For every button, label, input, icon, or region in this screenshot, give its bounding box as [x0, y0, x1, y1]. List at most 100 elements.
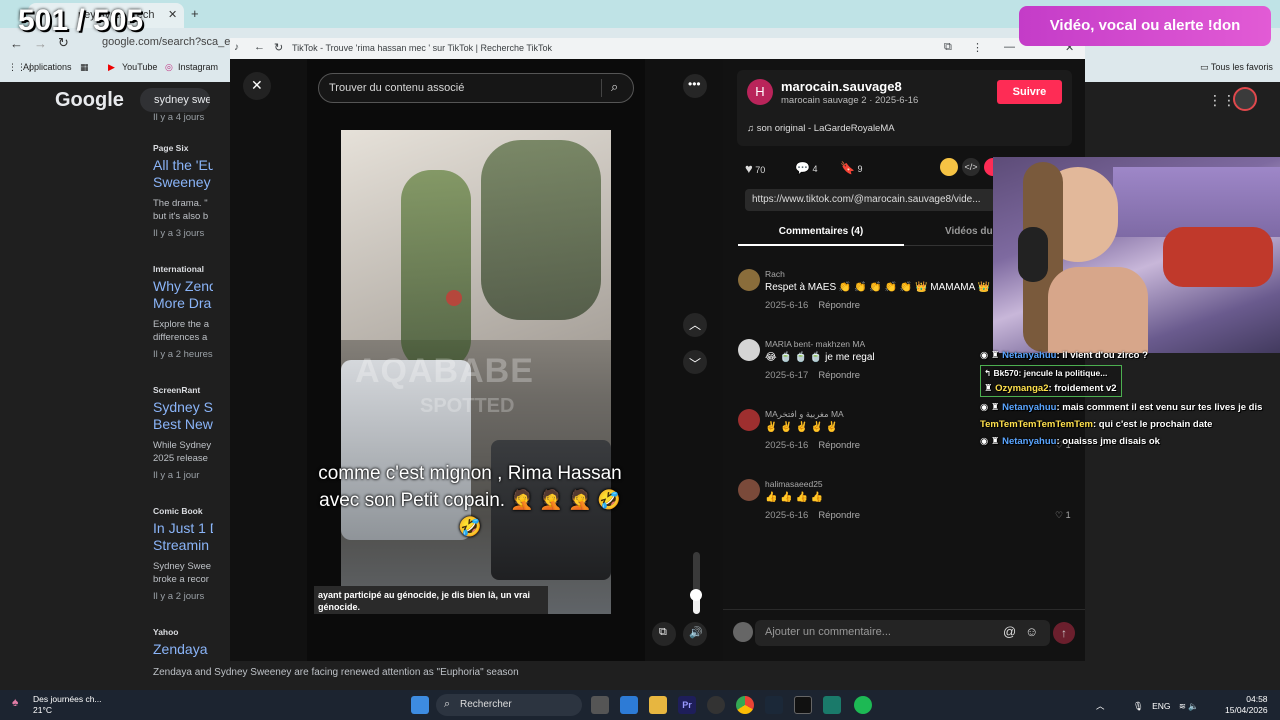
- save-stat[interactable]: 🔖 9: [840, 161, 862, 175]
- video-subtitle: ayant participé au génocide, je dis bien…: [314, 586, 548, 614]
- file-explorer-icon[interactable]: [649, 696, 667, 714]
- reply-link[interactable]: Répondre: [818, 370, 860, 381]
- system-tray[interactable]: ︿ 🎙 ENG ≋ 🔈: [1096, 700, 1199, 712]
- tiktok-window-titlebar: ♪ ← ↻ TikTok - Trouve 'rima hassan mec '…: [230, 38, 1085, 59]
- spotify-icon[interactable]: [854, 696, 872, 714]
- miniplayer-icon: ⧉: [659, 626, 667, 638]
- bookmark-instagram[interactable]: Instagram: [178, 62, 218, 72]
- bookmark-icon: 🔖: [840, 161, 855, 175]
- embed-icon[interactable]: </>: [962, 158, 980, 176]
- windows-taskbar: [0, 690, 1280, 720]
- wifi-icon: ≋: [1178, 701, 1186, 711]
- task-view-icon[interactable]: [591, 696, 609, 714]
- emoji-icon[interactable]: ☺: [1025, 624, 1038, 639]
- more-options-button[interactable]: •••: [683, 74, 707, 98]
- comment-text: Respet à MAES 👏 👏 👏 👏 👏 👑 MAMAMA 👑 😂: [765, 282, 1005, 293]
- google-search-input[interactable]: sydney swee: [140, 88, 210, 112]
- new-tab-icon[interactable]: +: [191, 6, 199, 21]
- author-username[interactable]: marocain.sauvage8: [781, 79, 902, 94]
- instagram-icon: ◎: [165, 62, 173, 72]
- reply-link[interactable]: Répondre: [818, 300, 860, 311]
- chat-badge-icon: ◉ ♜: [980, 436, 1003, 447]
- video-watermark-sub: SPOTTED: [420, 395, 515, 417]
- comment-avatar[interactable]: [738, 409, 760, 431]
- comment-avatar[interactable]: [738, 479, 760, 501]
- chat-message: ◉ ♜ Netanyahuu: ouaisss jme disais ok: [980, 436, 1160, 447]
- search-icon[interactable]: ⌕: [611, 79, 618, 95]
- share-friends-icon[interactable]: [940, 158, 958, 176]
- comment-avatar[interactable]: [738, 339, 760, 361]
- taskbar-clock[interactable]: 04:58 15/04/2026: [1225, 694, 1268, 716]
- mention-icon[interactable]: @: [1003, 624, 1016, 639]
- search-result[interactable]: International Why Zend More Dra Explore …: [153, 264, 213, 360]
- close-video-button[interactable]: ✕: [243, 72, 271, 100]
- volume-button[interactable]: 🔊: [683, 622, 707, 646]
- related-search-input[interactable]: Trouver du contenu associé ⌕: [318, 73, 634, 103]
- windows-start-icon[interactable]: [411, 696, 429, 714]
- grid-icon[interactable]: ▦: [80, 62, 89, 73]
- back-icon[interactable]: ←: [10, 36, 23, 51]
- tab-close-icon[interactable]: ✕: [168, 8, 177, 21]
- google-logo[interactable]: Google: [55, 89, 124, 112]
- comment-text: 😂 🍵 🍵 🍵 je me regal: [765, 352, 875, 363]
- chat-badge-icon: ◉ ♜: [980, 402, 1003, 413]
- comment-stat[interactable]: 💬 4: [795, 161, 817, 175]
- video-link-field[interactable]: https://www.tiktok.com/@marocain.sauvage…: [745, 189, 995, 211]
- video-palm: [481, 140, 601, 320]
- author-avatar[interactable]: H: [747, 79, 773, 105]
- chrome-icon[interactable]: [736, 696, 754, 714]
- window-reload-icon[interactable]: ↻: [274, 41, 283, 54]
- folder-icon: ▭: [1200, 62, 1211, 72]
- chat-message: TemTemTemTemTemTem: qui c'est le prochai…: [980, 419, 1213, 430]
- comment-username[interactable]: Rach: [765, 269, 785, 279]
- video-watermark: AQABABE: [355, 352, 534, 390]
- reply-link[interactable]: Répondre: [818, 510, 860, 521]
- post-comment-button[interactable]: ↑: [1053, 622, 1075, 644]
- obs-icon[interactable]: [707, 696, 725, 714]
- comment-meta: 2025-6-16 Répondre: [765, 440, 861, 451]
- comment-input[interactable]: Ajouter un commentaire... @ ☺: [755, 620, 1050, 646]
- bookmarks-bar: ⋮⋮⋮ Applications ▦ ▶ YouTube ◎ Instagram: [0, 56, 230, 78]
- profile-avatar[interactable]: [1233, 87, 1257, 111]
- author-subline: marocain sauvage 2 · 2025-6-16: [781, 95, 919, 106]
- all-bookmarks[interactable]: ▭ Tous les favoris: [1200, 62, 1273, 73]
- comment-username[interactable]: MARIA bent- makhzen MA: [765, 339, 865, 349]
- comment-username[interactable]: halimasaeed25: [765, 479, 823, 489]
- volume-slider-knob[interactable]: [690, 589, 702, 601]
- sound-link[interactable]: ♫ son original - LaGardeRoyaleMA: [747, 123, 895, 134]
- heart-icon: ♥: [745, 161, 753, 176]
- minimize-icon[interactable]: —: [1004, 41, 1015, 53]
- like-stat[interactable]: ♥ 70: [745, 161, 765, 176]
- window-back-icon[interactable]: ←: [254, 41, 265, 53]
- reply-link[interactable]: Répondre: [818, 440, 860, 451]
- bookmark-youtube[interactable]: YouTube: [122, 62, 157, 72]
- comment-username[interactable]: MAمغربية و افتخر MA: [765, 409, 844, 420]
- window-menu-icon[interactable]: ⋮: [972, 41, 983, 54]
- tab-comments[interactable]: Commentaires (4): [738, 222, 904, 246]
- previous-video-button[interactable]: ︿: [683, 313, 707, 337]
- webcam-red-cloth: [1163, 227, 1273, 287]
- widgets-icon[interactable]: [620, 696, 638, 714]
- search-result[interactable]: ScreenRant Sydney S Best New While Sydne…: [153, 385, 213, 481]
- youtube-icon: ▶: [108, 62, 115, 72]
- weather-widget[interactable]: ♠ Des journées ch... 21°C: [12, 694, 102, 716]
- follow-button[interactable]: Suivre: [997, 80, 1062, 104]
- premiere-icon[interactable]: Pr: [678, 696, 696, 714]
- tray-chevron-icon: ︿: [1096, 701, 1105, 711]
- miniplayer-button[interactable]: ⧉: [652, 622, 676, 646]
- tiktok-favicon-icon: ♪: [234, 42, 239, 53]
- comment-like[interactable]: ♡ 1: [1055, 510, 1071, 521]
- comment-avatar[interactable]: [738, 269, 760, 291]
- forward-icon[interactable]: →: [34, 36, 47, 51]
- stream-chat: ◉ ♜ Netanyahuu: il vient d'ou zirco ? ↰ …: [980, 349, 1280, 459]
- steam-icon[interactable]: [765, 696, 783, 714]
- tiktok-icon[interactable]: [794, 696, 812, 714]
- next-video-button[interactable]: ﹀: [683, 350, 707, 374]
- taskbar-search[interactable]: ⌕ Rechercher: [436, 694, 582, 716]
- search-result[interactable]: Yahoo Zendaya: [153, 627, 213, 658]
- bookmark-applications[interactable]: Applications: [23, 62, 72, 72]
- search-result[interactable]: Comic Book In Just 1 D Streamin Sydney S…: [153, 506, 213, 602]
- app-icon[interactable]: [823, 696, 841, 714]
- search-result[interactable]: Page Six All the 'Eu Sweeney The drama. …: [153, 143, 213, 239]
- extensions-icon[interactable]: ⧉: [944, 41, 952, 54]
